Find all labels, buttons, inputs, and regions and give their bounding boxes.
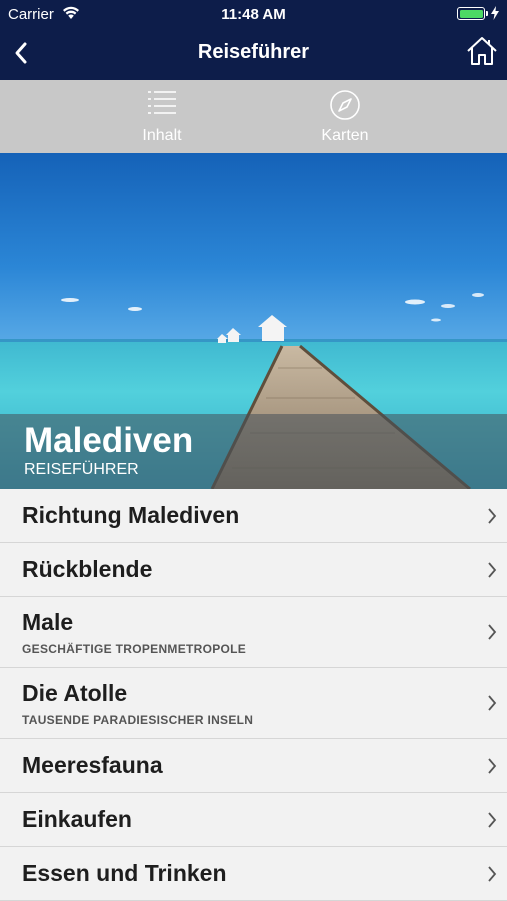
chevron-right-icon (488, 757, 497, 774)
list-icon (148, 91, 176, 114)
hero-caption: Malediven REISEFÜHRER (0, 414, 507, 489)
section-toolbar: Inhalt Karten (0, 80, 507, 153)
inhalt-tab[interactable]: Inhalt (102, 80, 222, 153)
hero-subtitle: REISEFÜHRER (24, 461, 139, 478)
list-item-title: Einkaufen (22, 806, 132, 832)
navigation-bar: Reiseführer (0, 28, 507, 80)
list-item-essen-und-trinken[interactable]: Essen und Trinken (0, 847, 507, 901)
list-item-die-atolle[interactable]: Die Atolle TAUSENDE PARADIESISCHER INSEL… (0, 668, 507, 739)
chevron-right-icon (488, 624, 497, 640)
list-item-title: Essen und Trinken (22, 860, 227, 886)
hero-banner[interactable]: Malediven REISEFÜHRER (0, 153, 507, 489)
list-item-subtitle: TAUSENDE PARADIESISCHER INSELN (22, 713, 254, 727)
karten-tab[interactable]: Karten (285, 80, 405, 153)
chevron-right-icon (488, 811, 497, 828)
list-item-title: Meeresfauna (22, 752, 163, 778)
hero-title: Malediven (24, 421, 194, 460)
list-item-title: Richtung Malediven (22, 502, 240, 528)
karten-label: Karten (321, 127, 369, 144)
list-item-title: Male (22, 609, 74, 635)
list-item-richtung-malediven[interactable]: Richtung Malediven (0, 489, 507, 543)
battery-icon (457, 7, 488, 20)
chevron-right-icon (488, 695, 497, 711)
chevron-right-icon (488, 865, 497, 882)
list-item-male[interactable]: Male GESCHÄFTIGE TROPENMETROPOLE (0, 597, 507, 668)
list-item-title: Die Atolle (22, 680, 128, 706)
inhalt-label: Inhalt (142, 127, 182, 144)
chevron-right-icon (488, 561, 497, 578)
nav-title: Reiseführer (197, 41, 310, 63)
status-bar: Carrier 11:48 AM (0, 0, 507, 28)
chevron-right-icon (488, 507, 497, 524)
list-item-meeresfauna[interactable]: Meeresfauna (0, 739, 507, 793)
chapter-list: Richtung Malediven Rückblende Male GESCH… (0, 489, 507, 901)
home-icon[interactable] (465, 32, 499, 70)
charging-bolt-icon (491, 6, 499, 20)
compass-icon (330, 90, 360, 120)
list-item-rueckblende[interactable]: Rückblende (0, 543, 507, 597)
list-item-einkaufen[interactable]: Einkaufen (0, 793, 507, 847)
list-item-title: Rückblende (22, 556, 153, 582)
list-item-subtitle: GESCHÄFTIGE TROPENMETROPOLE (22, 642, 247, 656)
status-time: 11:48 AM (221, 6, 286, 23)
